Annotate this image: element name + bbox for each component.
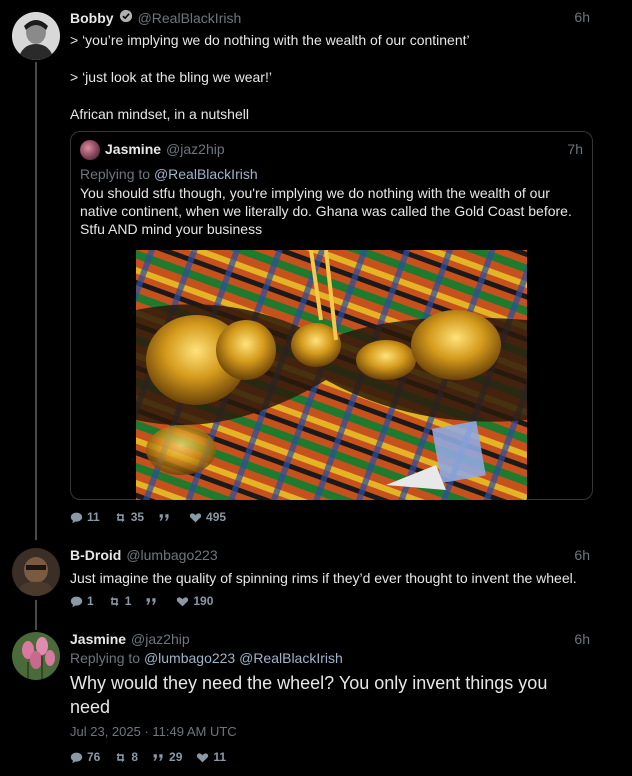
tweet-text-line: > ‘just look at the bling we wear!’	[70, 69, 272, 85]
author-name[interactable]: Jasmine	[70, 631, 126, 647]
replying-label: Replying to	[70, 650, 141, 666]
author-handle[interactable]: @jaz2hip	[131, 631, 190, 647]
quote-icon	[147, 597, 156, 605]
tweet-stats: 76 8 29 11	[70, 750, 226, 764]
replying-label: Replying to	[80, 166, 151, 182]
reply-icon	[70, 512, 83, 523]
tweet-time[interactable]: 6h	[574, 547, 590, 563]
like-count: 495	[206, 510, 227, 524]
quoted-tweet[interactable]: Jasmine @jaz2hip 7h Replying to @RealBla…	[70, 131, 593, 500]
quote-icon	[159, 513, 169, 521]
like-button[interactable]: 495	[189, 510, 226, 524]
like-count: 11	[213, 750, 227, 764]
author-handle[interactable]: @RealBlackIrish	[138, 10, 242, 26]
tweet-text-line: > ‘you’re implying we do nothing with th…	[70, 32, 470, 48]
gold-jewelry-photo-icon	[136, 250, 527, 500]
avatar[interactable]	[12, 548, 60, 596]
avatar[interactable]	[12, 632, 60, 680]
replying-to-link[interactable]: @lumbago223 @RealBlackIrish	[144, 650, 343, 666]
reply-count: 11	[87, 510, 100, 524]
reply-count: 1	[87, 594, 94, 608]
like-count: 190	[193, 594, 214, 608]
quote-button[interactable]	[145, 595, 162, 608]
quote-author-name[interactable]: Jasmine	[105, 141, 161, 157]
verified-badge-icon	[119, 9, 133, 26]
tweet-header: B-Droid @lumbago223	[70, 547, 218, 563]
quote-avatar[interactable]	[80, 140, 100, 160]
tweet-text-large: Why would they need the wheel? You only …	[70, 673, 548, 717]
reply-icon	[70, 752, 83, 763]
quote-author-handle[interactable]: @jaz2hip	[166, 141, 225, 157]
avatar-portrait-icon	[12, 548, 60, 596]
quote-text: You should stfu though, you're implying …	[80, 185, 572, 237]
tweet-text-line: African mindset, in a nutshell	[70, 106, 249, 122]
author-name[interactable]: Bobby	[70, 10, 114, 26]
quote-image[interactable]	[136, 250, 527, 500]
retweet-button[interactable]: 8	[114, 750, 138, 764]
tweet-time[interactable]: 6h	[574, 9, 590, 25]
retweet-count: 1	[124, 594, 132, 608]
heart-icon	[177, 596, 189, 606]
retweet-count: 35	[130, 510, 145, 524]
tweet-timestamp[interactable]: Jul 23, 2025 · 11:49 AM UTC	[70, 724, 237, 739]
quote-time[interactable]: 7h	[567, 141, 583, 157]
quote-header: Jasmine @jaz2hip	[105, 141, 225, 157]
avatar-flowers-icon	[12, 632, 60, 680]
quote-icon	[153, 753, 163, 761]
retweet-icon	[116, 752, 125, 762]
retweet-count: 8	[131, 750, 139, 764]
quote-replying: Replying to @RealBlackIrish	[80, 166, 258, 182]
heart-icon	[197, 752, 209, 762]
retweet-button[interactable]: 35	[114, 510, 144, 524]
retweet-icon	[116, 512, 125, 522]
heart-icon	[189, 512, 202, 522]
avatar-portrait-icon	[12, 12, 60, 60]
author-handle[interactable]: @lumbago223	[126, 547, 217, 563]
tweet-replying: Replying to @lumbago223 @RealBlackIrish	[70, 650, 343, 666]
tweet-time[interactable]: 6h	[574, 631, 590, 647]
tweet-stats: 1 1 190	[70, 594, 213, 608]
tweet-header: Jasmine @jaz2hip	[70, 631, 190, 647]
quote-button[interactable]	[158, 511, 175, 524]
like-button[interactable]: 190	[176, 594, 213, 608]
reply-button[interactable]: 11	[70, 510, 100, 524]
tweet-header: Bobby @RealBlackIrish	[70, 9, 241, 26]
tweet-text: Just imagine the quality of spinning rim…	[70, 570, 577, 586]
author-name[interactable]: B-Droid	[70, 547, 121, 563]
like-button[interactable]: 11	[196, 750, 226, 764]
reply-button[interactable]: 76	[70, 750, 100, 764]
reply-count: 76	[87, 750, 101, 764]
tweet-stats: 11 35 495	[70, 510, 226, 524]
thread-line	[35, 62, 37, 540]
replying-to-link[interactable]: @RealBlackIrish	[154, 166, 258, 182]
reply-button[interactable]: 1	[70, 594, 94, 608]
thread-line	[35, 600, 37, 630]
avatar[interactable]	[12, 12, 60, 60]
retweet-button[interactable]: 1	[108, 594, 132, 608]
quote-count: 29	[169, 750, 183, 764]
quote-button[interactable]: 29	[152, 750, 182, 764]
retweet-icon	[110, 596, 119, 606]
reply-icon	[70, 596, 83, 607]
